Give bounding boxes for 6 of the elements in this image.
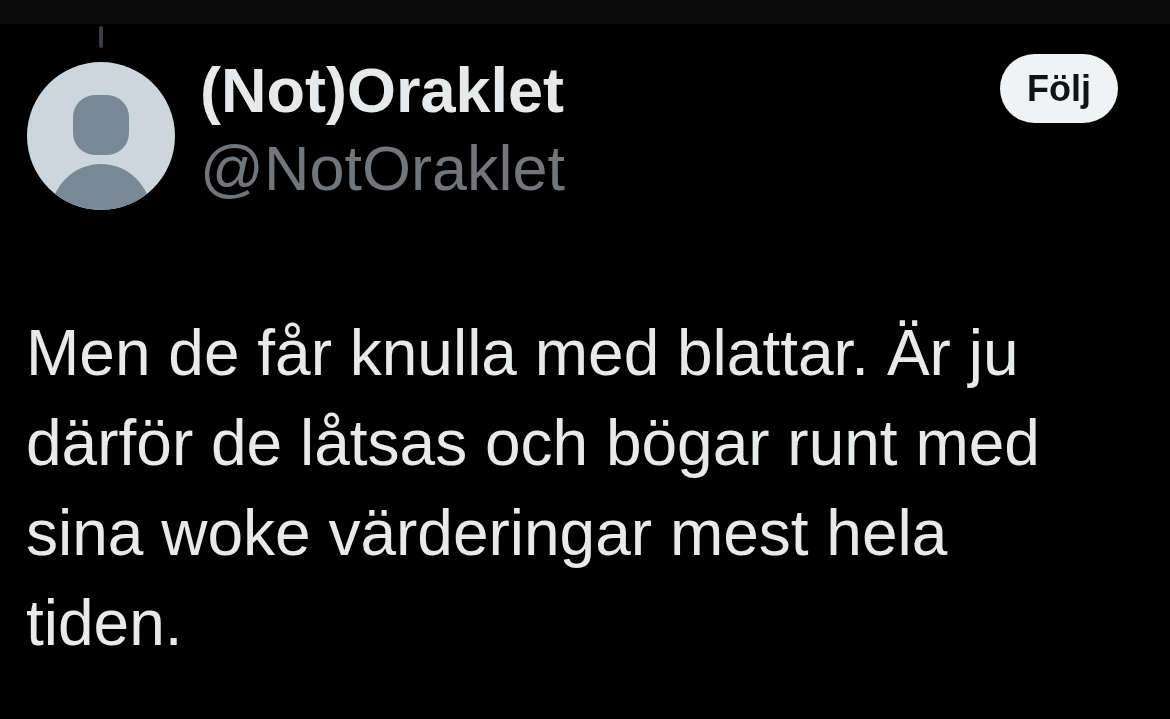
follow-button[interactable]: Följ [1000,54,1118,123]
tweet-text: Men de får knulla med blattar. Är ju därför de låtsas och bögar runt med sina woke värderingar mest hela tiden. [26,316,1041,661]
default-avatar-icon[interactable] [27,62,175,210]
thread-line [99,26,103,48]
user-handle[interactable]: @NotOraklet [200,129,566,207]
display-name[interactable]: (Not)Oraklet [200,51,565,129]
